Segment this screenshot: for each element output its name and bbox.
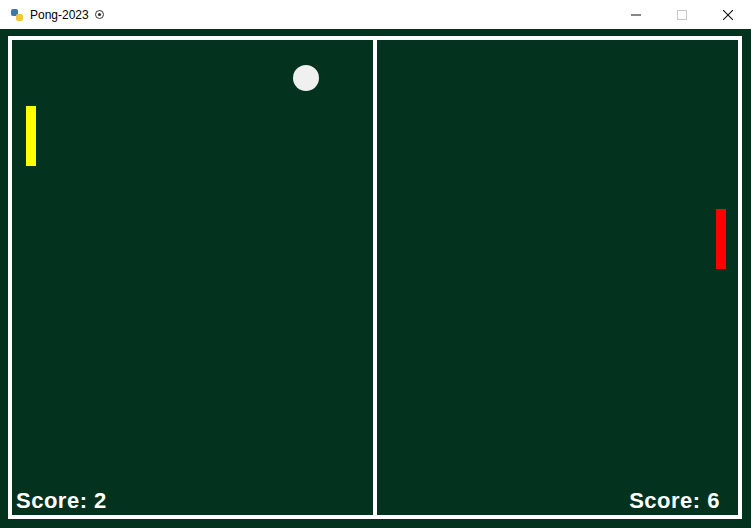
right-paddle[interactable] <box>716 209 726 269</box>
close-button[interactable] <box>705 0 751 29</box>
minimize-button[interactable] <box>613 0 659 29</box>
python-icon <box>10 8 24 22</box>
window-title: Pong-2023 <box>30 9 89 21</box>
left-half: Score: 2 <box>12 40 373 515</box>
score-label: Score: 6 <box>629 488 720 514</box>
game-area: Score: 2 Score: 6 <box>0 29 751 528</box>
maximize-button <box>659 0 705 29</box>
left-paddle[interactable] <box>26 106 36 166</box>
maximize-icon <box>677 10 687 20</box>
right-half: Score: 6 <box>377 40 738 515</box>
score-label: Score: 2 <box>16 488 107 514</box>
ball <box>293 65 319 91</box>
ball-icon <box>95 10 104 19</box>
court: Score: 2 Score: 6 <box>8 36 742 519</box>
score-row: Score: 6 <box>377 488 738 515</box>
title-area: Pong-2023 <box>0 8 613 22</box>
title-bar: Pong-2023 <box>0 0 751 29</box>
minimize-icon <box>631 10 641 20</box>
center-line <box>373 40 377 515</box>
score-row: Score: 2 <box>12 488 373 515</box>
window-controls <box>613 0 751 29</box>
close-icon <box>723 10 733 20</box>
